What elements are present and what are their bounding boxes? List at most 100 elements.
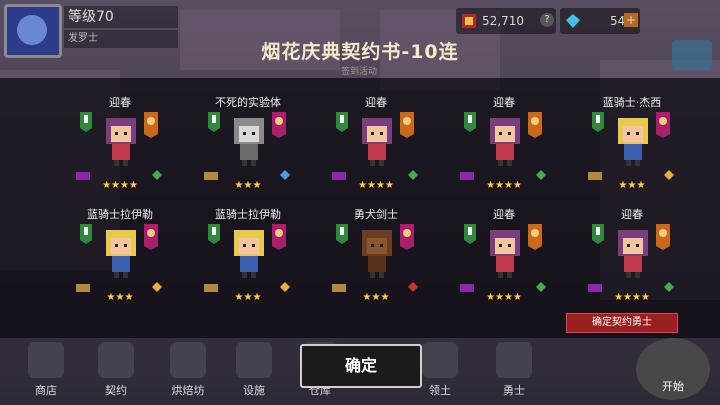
hero-name: 迎春: [621, 208, 643, 221]
star-rating: ★★★: [234, 292, 262, 303]
hero-sprite: [490, 118, 520, 166]
result-card[interactable]: 勇犬剑士 ★★★: [316, 208, 436, 328]
hero-name: 蓝骑士拉伊勒: [215, 208, 281, 221]
class-badge-icon: [208, 112, 220, 132]
nav-shop[interactable]: 商店: [18, 342, 74, 398]
result-card[interactable]: 迎春 ★★★★: [572, 208, 692, 328]
result-card[interactable]: 迎春 ★★★★: [444, 208, 564, 328]
result-card[interactable]: 蓝骑士拉伊勒 ★★★: [188, 208, 308, 328]
confirm-button[interactable]: 确定: [300, 344, 422, 388]
nav-label: 烘焙坊: [171, 384, 205, 397]
nav-bakery[interactable]: 烘焙坊: [160, 342, 216, 398]
diamond-icon: [566, 14, 580, 28]
hero-icon: [496, 342, 532, 378]
nav-label: 契约: [105, 384, 127, 397]
star-rating: ★★★★: [486, 292, 522, 303]
result-card[interactable]: 不死的实验体 ★★★: [188, 96, 308, 216]
start-label: 开始: [662, 380, 684, 393]
star-rating: ★★★★: [358, 180, 394, 191]
nav-facility[interactable]: 设施: [226, 342, 282, 398]
hero-name: 不死的实验体: [215, 96, 281, 109]
class-badge-icon: [80, 112, 92, 132]
gem-amount: 54: [610, 14, 626, 28]
star-rating: ★★★: [234, 180, 262, 191]
hero-name: 蓝骑士拉伊勒: [87, 208, 153, 221]
class-badge-icon: [464, 112, 476, 132]
element-icon: [152, 282, 162, 292]
hero-name: 勇犬剑士: [354, 208, 398, 221]
hero-sprite: [106, 118, 136, 166]
contract-banner: 烟花庆典契约书-10连: [232, 34, 488, 70]
hero-sprite: [618, 230, 648, 278]
banner-title: 烟花庆典契约书-10连: [261, 41, 459, 63]
hero-sprite: [106, 230, 136, 278]
hero-name: 迎春: [493, 208, 515, 221]
attribute-badge-icon: [400, 224, 414, 250]
element-icon: [408, 282, 418, 292]
gem-counter: 54 +: [560, 8, 640, 34]
result-card[interactable]: 迎春 ★★★★: [60, 96, 180, 216]
star-rating: ★★★★: [102, 180, 138, 191]
attribute-badge-icon: [272, 112, 286, 138]
contract-icon: [98, 342, 134, 378]
game-screen: 等级70 发罗士 52,710 ? 54 + 烟花庆典契约书-10连 签到活动 …: [0, 0, 720, 405]
attribute-badge-icon: [400, 112, 414, 138]
avatar-face: [17, 15, 47, 45]
attribute-badge-icon: [144, 112, 158, 138]
class-badge-icon: [592, 112, 604, 132]
hero-name: 迎春: [109, 96, 131, 109]
hero-sprite: [234, 230, 264, 278]
element-icon: [152, 170, 162, 180]
element-icon: [664, 170, 674, 180]
add-gem-button[interactable]: +: [624, 13, 638, 27]
class-badge-icon: [208, 224, 220, 244]
attribute-badge-icon: [144, 224, 158, 250]
class-badge-icon: [336, 112, 348, 132]
star-rating: ★★★: [362, 292, 390, 303]
hero-sprite: [234, 118, 264, 166]
player-avatar[interactable]: [4, 4, 62, 58]
player-title: 发罗士: [64, 30, 178, 48]
nav-contract[interactable]: 契约: [88, 342, 144, 398]
result-card[interactable]: 蓝骑士·杰西 ★★★: [572, 96, 692, 216]
attribute-badge-icon: [656, 224, 670, 250]
confirm-contract-knight-label[interactable]: 确定契约勇士: [566, 313, 678, 333]
hero-sprite: [362, 230, 392, 278]
banner-subtitle: 签到活动: [340, 67, 377, 77]
attribute-badge-icon: [528, 224, 542, 250]
element-icon: [280, 170, 290, 180]
result-card[interactable]: 迎春 ★★★★: [444, 96, 564, 216]
nav-label: 勇士: [503, 384, 525, 397]
gold-amount: 52,710: [482, 14, 524, 28]
coin-icon: [462, 14, 476, 28]
hero-name: 迎春: [493, 96, 515, 109]
class-badge-icon: [336, 224, 348, 244]
nav-hero[interactable]: 勇士: [486, 342, 542, 398]
player-level: 等级70: [64, 6, 178, 28]
element-icon: [536, 282, 546, 292]
star-rating: ★★★: [106, 292, 134, 303]
hero-name: 迎春: [365, 96, 387, 109]
result-card[interactable]: 迎春 ★★★★: [316, 96, 436, 216]
facility-icon: [236, 342, 272, 378]
bakery-icon: [170, 342, 206, 378]
class-badge-icon: [80, 224, 92, 244]
class-badge-icon: [464, 224, 476, 244]
star-rating: ★★★: [618, 180, 646, 191]
class-badge-icon: [592, 224, 604, 244]
star-rating: ★★★★: [614, 292, 650, 303]
gold-counter: 52,710 ?: [456, 8, 556, 34]
hero-sprite: [362, 118, 392, 166]
hero-sprite: [618, 118, 648, 166]
element-icon: [664, 282, 674, 292]
nav-label: 设施: [243, 384, 265, 397]
attribute-badge-icon: [656, 112, 670, 138]
attribute-badge-icon: [528, 112, 542, 138]
nav-label: 商店: [35, 384, 57, 397]
gold-help-icon[interactable]: ?: [540, 13, 554, 27]
hero-name: 蓝骑士·杰西: [602, 96, 662, 109]
result-card[interactable]: 蓝骑士拉伊勒 ★★★: [60, 208, 180, 328]
element-icon: [536, 170, 546, 180]
chat-button[interactable]: [672, 40, 712, 70]
attribute-badge-icon: [272, 224, 286, 250]
